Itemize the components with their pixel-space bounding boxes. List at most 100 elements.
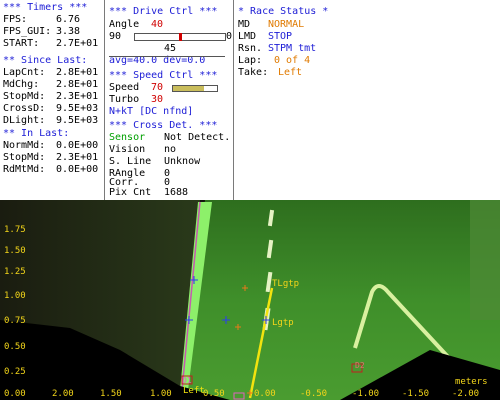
sline-label: S. Line [109,156,152,167]
since-last-header: ** Since Last: [3,55,88,66]
md-row: MD NORMAL [238,19,304,31]
cross-header: *** Cross Det. *** [109,120,218,131]
since-stopmd-value: 2.3E+01 [56,91,99,102]
x-tick-label: 1.00 [150,389,172,399]
fps-value: 6.76 [56,14,81,25]
x-tick-label: 0.50 [203,389,225,399]
slider-max-label: 0 [226,31,232,42]
since-mdchg-value: 2.8E+01 [56,79,99,90]
start-label: START: [3,38,40,49]
fps-row: FPS: 6.76 [3,14,80,26]
take-row: Take: Left [238,67,302,79]
speed-row: Speed 70 [109,82,163,94]
y-tick-label: 0.50 [4,342,26,352]
x-tick-label: 1.50 [100,389,122,399]
fps-gui-value: 3.38 [56,26,81,37]
in-last-header: ** In Last: [3,128,70,139]
nkt-readout: N+kT [DC nfnd] [109,106,194,117]
in-rdmtmd-label: RdMtMd: [3,164,46,175]
y-tick-label: 0.75 [4,316,26,326]
since-lapcnt-label: LapCnt: [3,67,46,78]
speed-header: *** Speed Ctrl *** [109,70,218,81]
in-last-row: RdMtMd: 0.0E+00 [3,164,98,176]
pixcnt-label: Pix Cnt [109,187,152,198]
noise-band [470,200,500,320]
lmd-row: LMD STOP [238,31,292,43]
d1-tag: D1 [182,376,192,385]
since-last-row: CrossD: 9.5E+03 [3,103,98,115]
fps-gui-row: FPS_GUI: 3.38 [3,26,80,38]
x-tick-label: -2.00 [452,389,480,399]
slider-min-label: 90 [109,31,122,42]
x-tick-label: -1.00 [352,389,380,399]
speed-bar-fill [173,86,204,91]
lmd-value: STOP [268,31,293,42]
since-last-row: DLight: 9.5E+03 [3,115,98,127]
speed-value: 70 [151,82,164,93]
sensor-row: Sensor Not Detect. [109,132,230,144]
y-tick-label: 1.50 [4,246,26,256]
since-dlight-label: DLight: [3,115,46,126]
telemetry-window: *** Timers *** FPS: 6.76 FPS_GUI: 3.38 S… [0,0,500,400]
lap-label: Lap: [238,55,263,66]
lap-row: Lap: 0 of 4 [238,55,310,67]
angle-slider[interactable] [134,33,226,41]
start-value: 2.7E+01 [56,38,99,49]
slider-knob[interactable] [179,33,182,41]
x-tick-label: -0.50 [300,389,328,399]
in-normmd-label: NormMd: [3,140,46,151]
fps-label: FPS: [3,14,28,25]
in-rdmtmd-value: 0.0E+00 [56,164,99,175]
cross-row: S. Line Unknow [109,156,200,168]
x-unit-label: meters [455,377,488,387]
y-tick-label: 1.75 [4,225,26,235]
x-tick-label: 2.00 [52,389,74,399]
vision-label: Vision [109,144,146,155]
sline-value: Unknow [164,156,201,167]
column-divider [104,0,105,200]
since-stopmd-label: StopMd: [3,91,46,102]
since-last-row: StopMd: 2.3E+01 [3,91,98,103]
sensor-value: Not Detect. [164,132,231,143]
in-last-row: StopMd: 2.3E+01 [3,152,98,164]
status-panel: *** Timers *** FPS: 6.76 FPS_GUI: 3.38 S… [0,0,500,200]
since-dlight-value: 9.5E+03 [56,115,99,126]
take-label: Take: [238,67,269,78]
drive-header: *** Drive Ctrl *** [109,6,218,17]
in-last-row: NormMd: 0.0E+00 [3,140,98,152]
since-crossd-value: 9.5E+03 [56,103,99,114]
since-last-row: MdChg: 2.8E+01 [3,79,98,91]
rsn-value: STPM tmt [268,43,317,54]
turbo-label: Turbo [109,94,140,105]
turbo-row: Turbo 30 [109,94,163,106]
rsn-row: Rsn. STPM tmt [238,43,316,55]
take-value: Left [278,67,303,78]
race-header: * Race Status * [238,6,329,17]
turbo-value: 30 [151,94,164,105]
race-status-column: * Race Status * MD NORMAL LMD STOP Rsn. … [235,0,500,200]
slider-center-label: 45 [164,43,177,54]
control-column: *** Drive Ctrl *** Angle 40 90 0 45 avg=… [106,0,232,200]
fps-gui-label: FPS_GUI: [3,26,52,37]
left-tag: Left [183,386,205,396]
lgtp-tag: Lgtp [272,318,294,328]
timers-column: *** Timers *** FPS: 6.76 FPS_GUI: 3.38 S… [0,0,104,200]
cross-row: Pix Cnt 1688 [109,187,188,199]
y-tick-label: 1.00 [4,291,26,301]
speed-label: Speed [109,82,140,93]
in-normmd-value: 0.0E+00 [56,140,99,151]
timers-header: *** Timers *** [3,2,88,13]
since-lapcnt-value: 2.8E+01 [56,67,99,78]
vision-value: no [164,144,177,155]
angle-label: Angle [109,19,140,30]
angle-value: 40 [151,19,164,30]
y-tick-label: 0.25 [4,367,26,377]
y-tick-label: 1.25 [4,267,26,277]
in-stopmd-label: StopMd: [3,152,46,163]
lap-value: 0 of 4 [274,55,311,66]
since-last-row: LapCnt: 2.8E+01 [3,67,98,79]
pixcnt-value: 1688 [164,187,189,198]
speed-bar [172,85,218,92]
cross-row: Vision no [109,144,176,156]
sensor-label: Sensor [109,132,146,143]
